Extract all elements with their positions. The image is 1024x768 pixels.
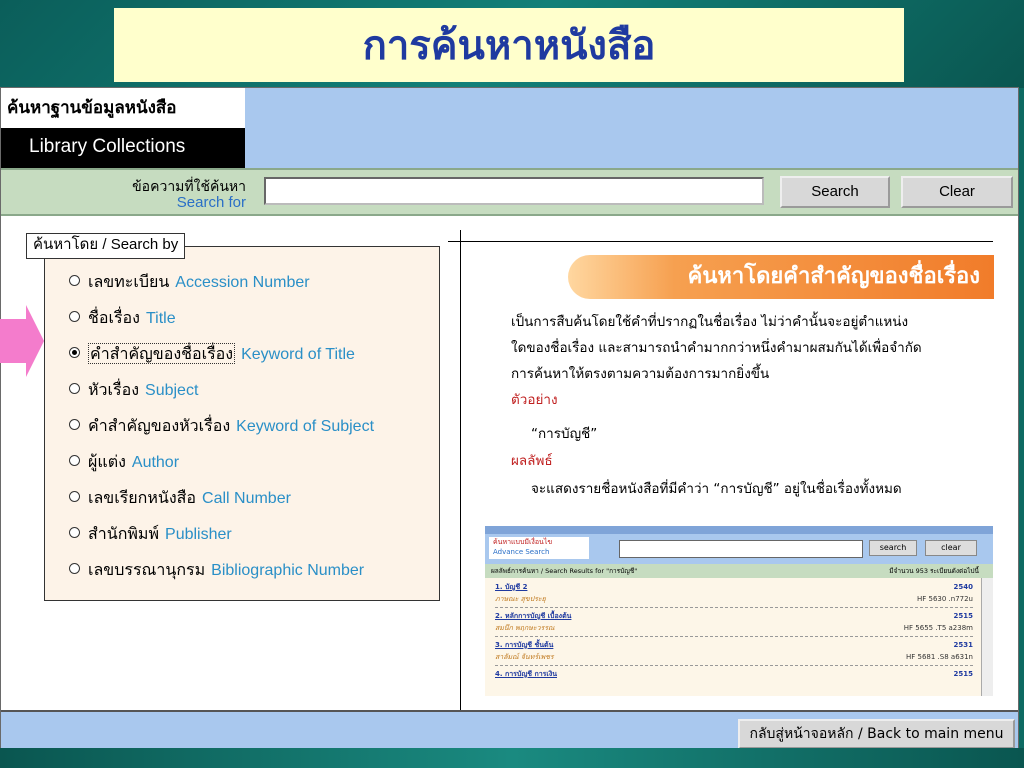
- search-by-legend: ค้นหาโดย / Search by: [26, 233, 186, 259]
- option-subject[interactable]: หัวเรื่อง Subject: [69, 379, 198, 402]
- result-title-row: 1. บัญชี 2 2540: [495, 582, 973, 592]
- radio-button[interactable]: [69, 563, 80, 574]
- result-number: 2531: [953, 641, 973, 649]
- option-label-english: Publisher: [165, 526, 232, 543]
- back-to-main-menu-button[interactable]: กลับสู่หน้าจอหลัก / Back to main menu: [738, 719, 1015, 749]
- preview-search-input: [619, 540, 863, 558]
- option-label-english: Author: [131, 454, 180, 471]
- option-keyword-of-subject[interactable]: คำสำคัญของหัวเรื่อง Keyword of Subject: [69, 415, 374, 438]
- result-title-row: 2. หลักการบัญชี เบื้องต้น 2515: [495, 611, 973, 621]
- result-title-row: 4. การบัญชี การเงิน 2515: [495, 669, 973, 679]
- preview-label-thai: ค้นหาแบบมีเงื่อนไข: [493, 538, 553, 546]
- search-bar: ข้อความที่ใช้ค้นหา Search for Search Cle…: [1, 168, 1018, 216]
- header-bar: ค้นหาฐานข้อมูลหนังสือ Library Collection…: [1, 88, 1018, 168]
- description-line: ใดของชื่อเรื่อง และสามารถนำคำมากกว่าหนึ่…: [511, 340, 922, 356]
- preview-clear-button: clear: [925, 540, 977, 556]
- search-label-english: Search for: [176, 194, 246, 211]
- example-text: “การบัญชี”: [531, 426, 598, 442]
- option-call-number[interactable]: เลขเรียกหนังสือ Call Number: [69, 487, 291, 510]
- radio-button[interactable]: [69, 491, 80, 502]
- divider-horizontal: [448, 241, 993, 242]
- preview-scrollbar: [981, 578, 993, 696]
- option-label-thai: ผู้แต่ง: [88, 452, 126, 471]
- keyword-heading: ค้นหาโดยคำสำคัญของชื่อเรื่อง: [568, 255, 994, 299]
- option-label-thai: คำสำคัญของหัวเรื่อง: [88, 416, 231, 435]
- header-label-thai: ค้นหาฐานข้อมูลหนังสือ: [1, 88, 245, 128]
- header-label-english: Library Collections: [1, 128, 245, 168]
- result-detail-row: สมนึก พฤกษะวรรณ HF 5655 .T5 a238m: [495, 623, 973, 633]
- result-label: ผลลัพธ์: [511, 453, 553, 469]
- option-label-thai: เลขเรียกหนังสือ: [88, 488, 197, 507]
- row-divider: [495, 665, 973, 666]
- result-author: ภาษณะ สุขประยุ: [495, 595, 546, 603]
- option-label-english: Subject: [145, 382, 199, 399]
- option-label-english: Keyword of Title: [241, 346, 355, 363]
- preview-results-list: 1. บัญชี 2 2540 ภาษณะ สุขประยุ HF 5630 .n7…: [485, 578, 981, 696]
- app-frame: ค้นหาฐานข้อมูลหนังสือ Library Collection…: [0, 87, 1019, 750]
- result-detail-row: ภาษณะ สุขประยุ HF 5630 .n772u: [495, 594, 973, 604]
- option-label-thai: หัวเรื่อง: [88, 380, 140, 399]
- row-divider: [495, 607, 973, 608]
- radio-button[interactable]: [69, 455, 80, 466]
- result-text: จะแสดงรายชื่อหนังสือที่มีคำว่า “การบัญชี…: [531, 481, 902, 497]
- option-label-english: Keyword of Subject: [236, 418, 375, 435]
- option-accession-number[interactable]: เลขทะเบียน Accession Number: [69, 271, 310, 294]
- option-label-thai: เลขทะเบียน: [88, 272, 170, 291]
- preview-results-bar: ผลลัพธ์การค้นหา / Search Results for "กา…: [485, 564, 993, 578]
- preview-search-button: search: [869, 540, 917, 556]
- example-label: ตัวอย่าง: [511, 392, 558, 408]
- radio-button[interactable]: [69, 311, 80, 322]
- page-title-box: การค้นหาหนังสือ: [114, 8, 904, 82]
- clear-button[interactable]: Clear: [901, 176, 1013, 208]
- slide-background-bottom: [0, 748, 1024, 768]
- preview-label-english: Advance Search: [493, 548, 550, 556]
- option-label-english: Call Number: [202, 490, 291, 507]
- description-line: การค้นหาให้ตรงตามความต้องการมากยิ่งขึ้น: [511, 366, 770, 382]
- page-title: การค้นหาหนังสือ: [362, 22, 656, 69]
- search-button[interactable]: Search: [780, 176, 890, 208]
- option-keyword-of-title[interactable]: คำสำคัญของชื่อเรื่อง Keyword of Title: [69, 343, 355, 366]
- result-call-number: HF 5630 .n772u: [916, 595, 973, 603]
- result-title: 2. หลักการบัญชี เบื้องต้น: [495, 612, 572, 620]
- result-author: สาลัมณ์ จันทร์เพชร: [495, 653, 554, 661]
- radio-button-selected[interactable]: [69, 347, 80, 358]
- radio-button[interactable]: [69, 527, 80, 538]
- result-number: 2540: [953, 583, 973, 591]
- option-label-english: Accession Number: [175, 274, 310, 291]
- search-by-panel: เลขทะเบียน Accession Number ชื่อเรื่อง Tit…: [44, 246, 440, 601]
- preview-results-count: มีจำนวน 953 ระเบียนดังต่อไปนี้: [889, 567, 979, 575]
- option-label-english: Title: [145, 310, 176, 327]
- divider-vertical: [460, 230, 461, 711]
- result-call-number: HF 5655 .T5 a238m: [903, 624, 973, 632]
- option-label-thai: คำสำคัญของชื่อเรื่อง: [88, 343, 236, 364]
- result-number: 2515: [953, 612, 973, 620]
- results-preview-image: ค้นหาแบบมีเงื่อนไข Advance Search search…: [485, 526, 993, 696]
- result-title: 3. การบัญชี ชั้นต้น: [495, 641, 554, 649]
- option-label-english: Bibliographic Number: [211, 562, 365, 579]
- option-title[interactable]: ชื่อเรื่อง Title: [69, 307, 176, 330]
- preview-header: ค้นหาแบบมีเงื่อนไข Advance Search search…: [485, 534, 993, 564]
- result-title: 1. บัญชี 2: [495, 583, 528, 591]
- preview-results-label: ผลลัพธ์การค้นหา / Search Results for "กา…: [491, 567, 638, 575]
- description-line: เป็นการสืบค้นโดยใช้คำที่ปรากฏในชื่อเรื่อ…: [511, 314, 909, 330]
- row-divider: [495, 636, 973, 637]
- pointer-arrow-icon: [0, 305, 44, 377]
- radio-button[interactable]: [69, 275, 80, 286]
- option-label-thai: เลขบรรณานุกรม: [88, 560, 206, 579]
- option-author[interactable]: ผู้แต่ง Author: [69, 451, 179, 474]
- radio-button[interactable]: [69, 383, 80, 394]
- result-title: 4. การบัญชี การเงิน: [495, 670, 558, 678]
- option-bibliographic-number[interactable]: เลขบรรณานุกรม Bibliographic Number: [69, 559, 364, 582]
- result-call-number: HF 5681 .S8 a631n: [906, 653, 973, 661]
- result-number: 2515: [953, 670, 973, 678]
- preview-label: ค้นหาแบบมีเงื่อนไข Advance Search: [489, 537, 589, 559]
- result-author: สมนึก พฤกษะวรรณ: [495, 624, 555, 632]
- option-label-thai: สำนักพิมพ์: [88, 524, 160, 543]
- radio-button[interactable]: [69, 419, 80, 430]
- option-publisher[interactable]: สำนักพิมพ์ Publisher: [69, 523, 232, 546]
- result-title-row: 3. การบัญชี ชั้นต้น 2531: [495, 640, 973, 650]
- search-input[interactable]: [264, 177, 764, 205]
- result-detail-row: สาลัมณ์ จันทร์เพชร HF 5681 .S8 a631n: [495, 652, 973, 662]
- option-label-thai: ชื่อเรื่อง: [88, 308, 140, 327]
